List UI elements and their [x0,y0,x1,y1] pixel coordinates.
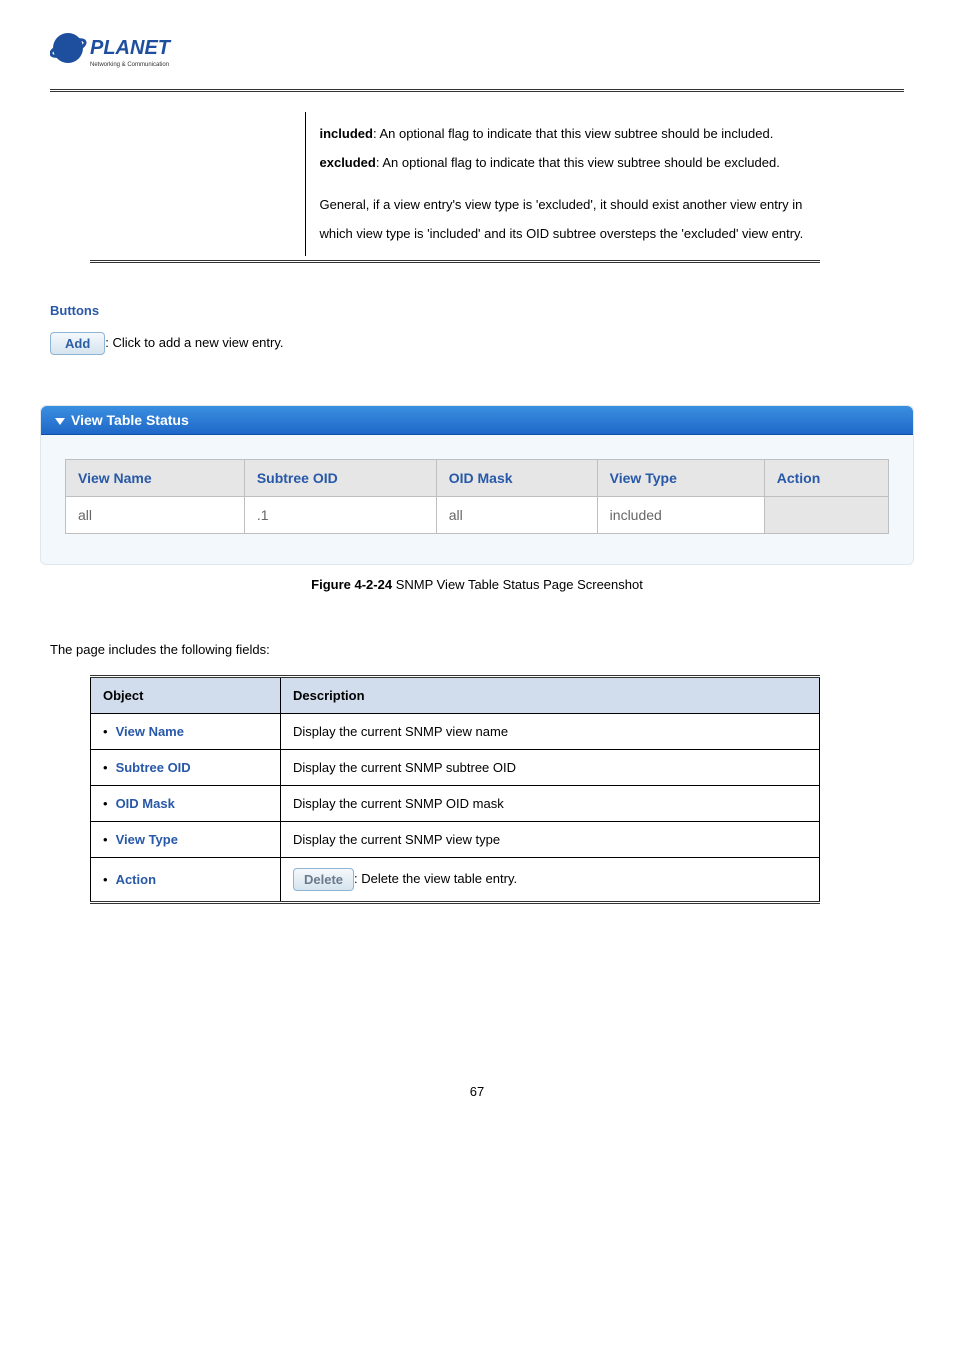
add-button-text: : Click to add a new view entry. [105,335,283,350]
figure-text: SNMP View Table Status Page Screenshot [392,577,643,592]
view-table-status-panel: View Table Status View Name Subtree OID … [40,405,914,565]
td-view-name: all [66,497,245,534]
top-description-table: included: An optional flag to indicate t… [90,112,820,256]
td-view-type: included [597,497,764,534]
fields-table: Object Description •View Name Display th… [90,675,820,904]
obj-view-name: View Name [116,724,184,739]
table-row: •Subtree OID Display the current SNMP su… [91,750,820,786]
buttons-heading: Buttons [50,303,904,318]
obj-view-type: View Type [116,832,178,847]
th-oid-mask: OID Mask [436,460,597,497]
th-view-type: View Type [597,460,764,497]
table-row: •View Type Display the current SNMP view… [91,822,820,858]
fields-th-desc: Description [281,677,820,714]
delete-text: : Delete the view table entry. [354,871,517,886]
delete-button[interactable]: Delete [293,868,354,891]
header-divider [50,89,904,92]
td-oid-mask: all [436,497,597,534]
obj-action: Action [116,872,156,887]
status-table: View Name Subtree OID OID Mask View Type… [65,459,889,534]
top-table-divider [90,260,820,263]
obj-oid-mask: OID Mask [116,796,175,811]
obj-subtree-oid: Subtree OID [116,760,191,775]
general-text: General, if a view entry's view type is … [320,191,807,248]
desc-view-type: Display the current SNMP view type [281,822,820,858]
status-header[interactable]: View Table Status [41,406,913,435]
td-action [764,497,888,534]
top-desc-left-cell [90,112,305,256]
included-text: : An optional flag to indicate that this… [373,126,773,141]
add-button[interactable]: Add [50,332,105,355]
desc-view-name: Display the current SNMP view name [281,714,820,750]
desc-subtree-oid: Display the current SNMP subtree OID [281,750,820,786]
svg-text:Networking & Communication: Networking & Communication [90,62,169,68]
collapse-icon [55,418,65,425]
table-row: •OID Mask Display the current SNMP OID m… [91,786,820,822]
excluded-text: : An optional flag to indicate that this… [376,155,780,170]
th-subtree-oid: Subtree OID [244,460,436,497]
fields-th-object: Object [91,677,281,714]
figure-caption: Figure 4-2-24 SNMP View Table Status Pag… [50,577,904,592]
td-subtree-oid: .1 [244,497,436,534]
planet-logo-icon: PLANET Networking & Communication [50,30,210,78]
th-action: Action [764,460,888,497]
page-number: 67 [50,1084,904,1099]
excluded-label: excluded [320,155,376,170]
table-row: •Action Delete: Delete the view table en… [91,858,820,903]
figure-label: Figure 4-2-24 [311,577,392,592]
table-row: •View Name Display the current SNMP view… [91,714,820,750]
fields-intro: The page includes the following fields: [50,642,904,657]
desc-oid-mask: Display the current SNMP OID mask [281,786,820,822]
svg-text:PLANET: PLANET [90,37,172,59]
top-desc-right-cell: included: An optional flag to indicate t… [305,112,820,256]
table-row: all .1 all included [66,497,889,534]
th-view-name: View Name [66,460,245,497]
status-title: View Table Status [71,412,189,428]
logo: PLANET Networking & Communication [50,30,904,81]
included-label: included [320,126,373,141]
